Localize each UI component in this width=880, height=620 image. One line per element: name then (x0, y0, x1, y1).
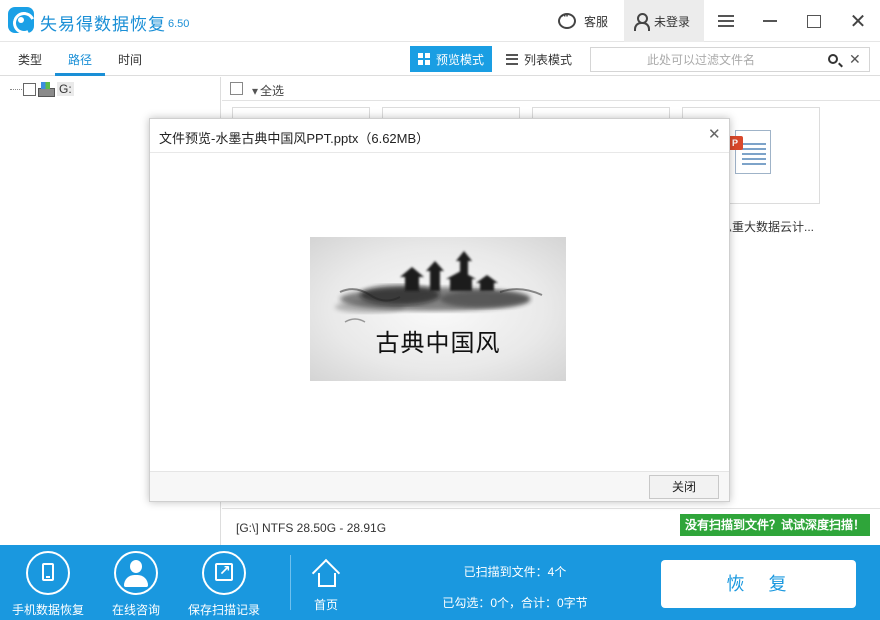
close-window-button[interactable]: ✕ (838, 0, 878, 42)
scanned-count-text: 已扫描到文件：4个 (463, 565, 567, 579)
select-all-checkbox[interactable] (230, 82, 243, 95)
deep-scan-button[interactable]: 没有扫描到文件？试试深度扫描！ (680, 514, 870, 536)
login-button[interactable]: 未登录 (624, 0, 704, 42)
minimize-button[interactable] (750, 0, 790, 42)
bottom-divider (290, 555, 291, 610)
bottom-bar: 手机数据恢复 在线咨询 保存扫描记录 首页 已扫描到文件：4个 已勾选：0个，合… (0, 545, 880, 620)
tree-connector (10, 88, 22, 90)
tab-type[interactable]: 类型 (5, 42, 55, 76)
filter-box: ✕ (590, 47, 870, 72)
mobile-recovery-label: 手机数据恢复 (11, 603, 84, 617)
grid-icon (418, 53, 430, 65)
file-list-toolbar: 全选 (222, 77, 880, 101)
user-icon (634, 13, 650, 31)
tab-path[interactable]: 路径 (55, 42, 105, 76)
dialog-close-icon[interactable]: ✕ (708, 125, 721, 143)
drive-icon (38, 82, 55, 97)
status-bar: [G:\] NTFS 28.50G - 28.91G 没有扫描到文件？试试深度扫… (222, 508, 880, 545)
phone-icon (42, 563, 54, 581)
dialog-title: 文件预览-水墨古典中国风PPT.pptx（6.62MB） (159, 131, 430, 146)
person-icon (122, 557, 150, 589)
drive-info-text: [G:\] NTFS 28.50G - 28.91G (236, 521, 387, 535)
clear-icon[interactable]: ✕ (849, 51, 861, 68)
dialog-footer: 关闭 (150, 471, 729, 501)
preview-dialog: 文件预览-水墨古典中国风PPT.pptx（6.62MB） ✕ 古典中国风 关闭 (149, 118, 730, 502)
menu-button[interactable] (706, 0, 746, 42)
app-title: 失易得数据恢复 (40, 15, 166, 34)
file-name: 急重大数据云计... (720, 220, 815, 234)
recover-button[interactable]: 恢复 (661, 560, 856, 608)
title-bar: 失易得数据恢复 6.50 客服 未登录 ✕ (0, 0, 880, 42)
close-icon: ✕ (849, 10, 867, 33)
consult-circle (114, 551, 158, 595)
list-icon (506, 53, 518, 65)
mobile-circle (26, 551, 70, 595)
support-button[interactable]: 客服 (558, 0, 608, 42)
login-label: 未登录 (654, 14, 691, 29)
tree-node-drive[interactable]: G: (10, 81, 74, 97)
maximize-icon (807, 14, 821, 28)
selected-count-text: 已勾选：0个，合计：0字节 (442, 596, 588, 610)
minimize-icon (763, 20, 777, 22)
preview-mode-label: 预览模式 (436, 52, 485, 67)
home-icon (312, 561, 340, 589)
drive-checkbox[interactable] (23, 82, 36, 96)
chat-bubble-icon (558, 11, 576, 29)
filter-input[interactable] (591, 48, 811, 71)
save-scan-label: 保存扫描记录 (187, 603, 260, 617)
tab-time[interactable]: 时间 (105, 42, 155, 76)
preview-mode-button[interactable]: 预览模式 (410, 46, 493, 72)
slide-title: 古典中国风 (375, 329, 501, 357)
mobile-recovery-button[interactable]: 手机数据恢复 (3, 545, 93, 620)
home-button[interactable]: 首页 (305, 545, 347, 620)
home-label: 首页 (313, 598, 338, 612)
dialog-body: 古典中国风 (150, 153, 729, 471)
ink-painting-graphic (335, 251, 543, 323)
app-logo-icon (8, 7, 34, 33)
slide-preview-image: 古典中国风 (310, 237, 566, 381)
save-scan-button[interactable]: 保存扫描记录 (179, 545, 269, 620)
export-icon (215, 562, 233, 581)
list-mode-label: 列表模式 (524, 52, 573, 67)
list-mode-button[interactable]: 列表模式 (498, 46, 580, 72)
view-toolbar: 类型 路径 时间 预览模式 列表模式 ✕ (0, 42, 880, 76)
support-label: 客服 (584, 14, 609, 29)
app-version: 6.50 (168, 18, 190, 30)
select-all-dropdown[interactable]: 全选 (252, 82, 284, 99)
maximize-button[interactable] (794, 0, 834, 42)
online-consult-button[interactable]: 在线咨询 (91, 545, 181, 620)
drive-label[interactable]: G: (57, 82, 74, 96)
dialog-close-button[interactable]: 关闭 (649, 475, 719, 499)
hamburger-icon (718, 15, 734, 27)
save-circle (202, 551, 246, 595)
search-icon[interactable] (828, 54, 838, 64)
online-consult-label: 在线咨询 (111, 603, 160, 617)
